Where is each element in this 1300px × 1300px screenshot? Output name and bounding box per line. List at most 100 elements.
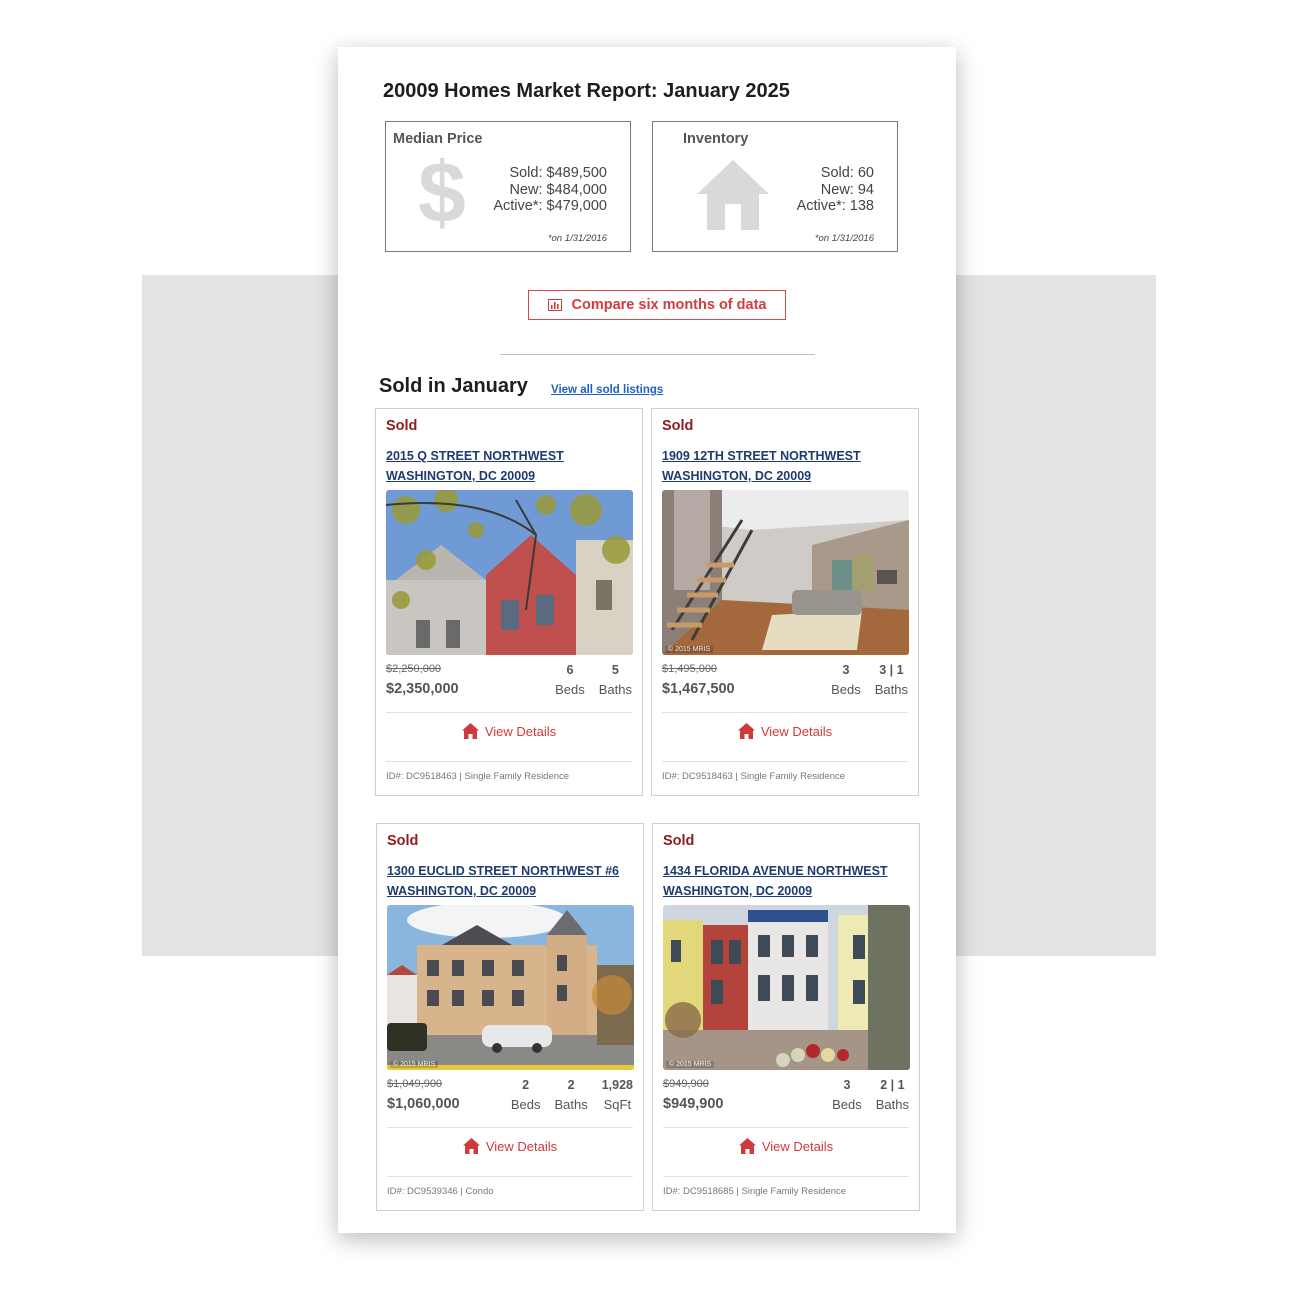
median-sold: Sold: $489,500 bbox=[509, 165, 607, 181]
inventory-sold: Sold: 60 bbox=[820, 165, 874, 181]
card-divider bbox=[387, 1176, 633, 1177]
listing-specs: 2 Beds 2 Baths 1,928 SqFt bbox=[511, 1076, 633, 1116]
spec-value: 1,928 bbox=[601, 1078, 633, 1092]
card-divider bbox=[663, 1176, 909, 1177]
photo-watermark: © 2015 MRIS bbox=[666, 1061, 715, 1068]
compare-label: Compare six months of data bbox=[571, 297, 767, 313]
card-divider bbox=[662, 761, 908, 762]
address-line1: 1909 12TH STREET NORTHWEST bbox=[662, 449, 861, 463]
sold-price: $949,900 bbox=[663, 1096, 724, 1112]
spec-unit: Baths bbox=[598, 682, 632, 697]
spec-unit: Beds bbox=[555, 682, 585, 697]
dollar-icon: $ bbox=[418, 145, 466, 241]
spec-baths: 5 Baths bbox=[599, 661, 632, 701]
house-icon bbox=[462, 1138, 480, 1154]
view-details-label: View Details bbox=[484, 723, 557, 739]
listing-photo[interactable]: © 2015 MRIS bbox=[387, 905, 634, 1070]
spec-unit: Baths bbox=[875, 1097, 909, 1112]
spec-value: 5 bbox=[611, 663, 619, 677]
view-details-button[interactable]: View Details bbox=[377, 1138, 643, 1154]
status-badge: Sold bbox=[662, 418, 694, 434]
listing-address-link[interactable]: 2015 Q STREET NORTHWEST WASHINGTON, DC 2… bbox=[386, 446, 564, 486]
listing-card: Sold 1300 EUCLID STREET NORTHWEST #6 WAS… bbox=[376, 823, 644, 1211]
sold-price: $1,467,500 bbox=[662, 681, 735, 697]
spec-unit: Beds bbox=[831, 682, 861, 697]
listing-photo[interactable] bbox=[386, 490, 633, 655]
listing-meta: ID#: DC9518463 | Single Family Residence bbox=[386, 771, 570, 782]
view-details-button[interactable]: View Details bbox=[376, 723, 642, 739]
status-badge: Sold bbox=[386, 418, 418, 434]
view-details-button[interactable]: View Details bbox=[652, 723, 918, 739]
spec-value: 6 bbox=[566, 663, 574, 677]
status-badge: Sold bbox=[387, 833, 419, 849]
compare-six-months-button[interactable]: Compare six months of data bbox=[528, 290, 786, 320]
spec-baths: 3 | 1 Baths bbox=[875, 661, 908, 701]
spec-beds: 6 Beds bbox=[555, 661, 585, 701]
view-details-label: View Details bbox=[761, 1138, 834, 1154]
median-footnote: *on 1/31/2016 bbox=[547, 233, 607, 244]
listing-meta: ID#: DC9518685 | Single Family Residence bbox=[663, 1186, 847, 1197]
listing-photo[interactable]: © 2015 MRIS bbox=[663, 905, 910, 1070]
status-badge: Sold bbox=[663, 833, 695, 849]
card-divider bbox=[386, 761, 632, 762]
spec-beds: 3 Beds bbox=[831, 661, 861, 701]
address-line2: WASHINGTON, DC 20009 bbox=[662, 469, 812, 483]
listing-address-link[interactable]: 1300 EUCLID STREET NORTHWEST #6 WASHINGT… bbox=[387, 861, 619, 901]
spec-value: 2 | 1 bbox=[880, 1078, 905, 1092]
median-active: Active*: $479,000 bbox=[493, 198, 607, 214]
spec-value: 3 | 1 bbox=[879, 663, 904, 677]
inventory-active: Active*: 138 bbox=[796, 198, 874, 214]
address-line1: 1300 EUCLID STREET NORTHWEST #6 bbox=[387, 864, 619, 878]
spec-value: 3 bbox=[843, 1078, 851, 1092]
house-icon bbox=[738, 1138, 756, 1154]
original-price: $1,495,000 bbox=[662, 663, 718, 675]
house-icon bbox=[697, 160, 769, 230]
spec-unit: Baths bbox=[874, 682, 908, 697]
view-details-label: View Details bbox=[485, 1138, 558, 1154]
spec-value: 2 bbox=[567, 1078, 575, 1092]
card-divider bbox=[662, 712, 908, 713]
card-divider bbox=[663, 1127, 909, 1128]
listing-address-link[interactable]: 1909 12TH STREET NORTHWEST WASHINGTON, D… bbox=[662, 446, 861, 486]
listing-meta: ID#: DC9518463 | Single Family Residence bbox=[662, 771, 846, 782]
spec-baths: 2 | 1 Baths bbox=[876, 1076, 909, 1116]
photo-watermark: © 2015 MRIS bbox=[665, 646, 714, 653]
sold-price: $1,060,000 bbox=[387, 1096, 460, 1112]
view-details-button[interactable]: View Details bbox=[653, 1138, 919, 1154]
listing-meta: ID#: DC9539346 | Condo bbox=[387, 1186, 494, 1197]
listing-card: Sold 1434 FLORIDA AVENUE NORTHWEST WASHI… bbox=[652, 823, 920, 1211]
spec-beds: 3 Beds bbox=[832, 1076, 862, 1116]
spec-unit: Beds bbox=[510, 1097, 541, 1112]
email-report: 20009 Homes Market Report: January 2025 … bbox=[338, 47, 956, 1233]
listing-specs: 3 Beds 3 | 1 Baths bbox=[831, 661, 908, 701]
address-line1: 2015 Q STREET NORTHWEST bbox=[386, 449, 564, 463]
inventory-footnote: *on 1/31/2016 bbox=[814, 233, 874, 244]
original-price: $949,900 bbox=[663, 1078, 709, 1090]
view-details-label: View Details bbox=[760, 723, 833, 739]
listing-specs: 3 Beds 2 | 1 Baths bbox=[832, 1076, 909, 1116]
spec-unit: Baths bbox=[554, 1097, 588, 1112]
listing-card: Sold 1909 12TH STREET NORTHWEST WASHINGT… bbox=[651, 408, 919, 796]
report-title: 20009 Homes Market Report: January 2025 bbox=[383, 80, 790, 102]
address-line2: WASHINGTON, DC 20009 bbox=[387, 884, 537, 898]
section-divider bbox=[500, 354, 815, 355]
median-price-box: Median Price $ Sold: $489,500 New: $484,… bbox=[385, 121, 631, 252]
spec-unit: Beds bbox=[832, 1097, 862, 1112]
view-all-sold-link[interactable]: View all sold listings bbox=[551, 384, 663, 396]
spec-sqft: 1,928 SqFt bbox=[602, 1076, 633, 1116]
spec-unit: SqFt bbox=[603, 1097, 632, 1112]
listing-photo[interactable]: © 2015 MRIS bbox=[662, 490, 909, 655]
spec-value: 2 bbox=[522, 1078, 530, 1092]
listing-address-link[interactable]: 1434 FLORIDA AVENUE NORTHWEST WASHINGTON… bbox=[663, 861, 888, 901]
address-line2: WASHINGTON, DC 20009 bbox=[386, 469, 536, 483]
listing-card: Sold 2015 Q STREET NORTHWEST WASHINGTON,… bbox=[375, 408, 643, 796]
address-line1: 1434 FLORIDA AVENUE NORTHWEST bbox=[663, 864, 888, 878]
card-divider bbox=[387, 1127, 633, 1128]
inventory-box: Inventory Sold: 60 New: 94 Active*: 138 … bbox=[652, 121, 898, 252]
median-new: New: $484,000 bbox=[509, 181, 607, 198]
spec-value: 3 bbox=[842, 663, 850, 677]
bar-chart-icon bbox=[547, 299, 562, 311]
listing-specs: 6 Beds 5 Baths bbox=[555, 661, 632, 701]
inventory-label: Inventory bbox=[683, 131, 749, 147]
spec-baths: 2 Baths bbox=[554, 1076, 587, 1116]
